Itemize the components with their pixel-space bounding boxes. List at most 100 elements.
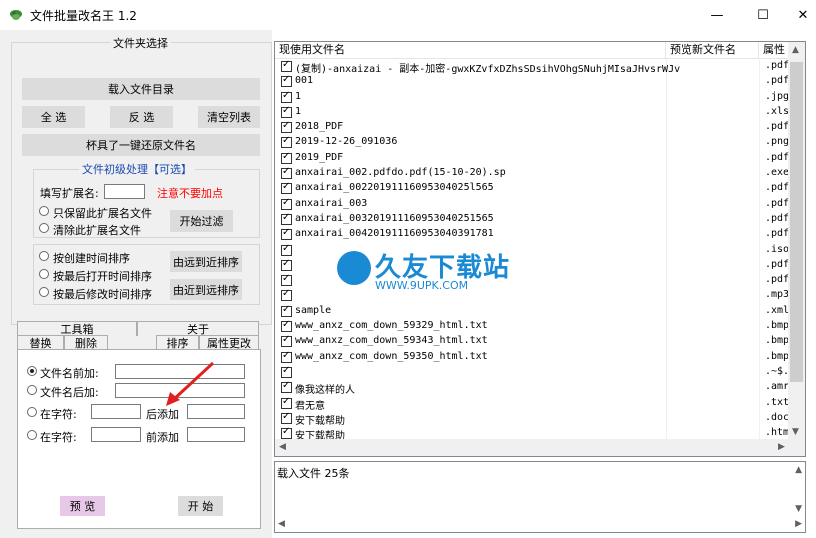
list-item[interactable]: 1 .jpg <box>275 90 805 105</box>
restore-button[interactable]: 杯具了一键还原文件名 <box>22 134 260 156</box>
near-to-far-button[interactable]: 由近到远排序 <box>170 279 242 300</box>
list-item[interactable]: 安下载帮助 .doc <box>275 411 805 427</box>
list-item[interactable]: .~$... <box>275 365 805 380</box>
status-scroll-left-icon[interactable]: ◀ <box>278 519 285 529</box>
clear-list-button[interactable]: 清空列表 <box>198 106 260 128</box>
prefix-radio[interactable] <box>27 366 37 376</box>
list-item[interactable]: sample .xml <box>275 304 805 319</box>
row-filename: 001 <box>295 75 314 87</box>
after-char-input[interactable] <box>91 404 141 419</box>
row-checkbox[interactable] <box>281 365 292 378</box>
far-to-near-button[interactable]: 由远到近排序 <box>170 251 242 272</box>
scroll-left-icon[interactable]: ◀ <box>279 442 286 452</box>
horizontal-scrollbar[interactable]: ◀ ▶ <box>275 439 805 456</box>
list-item[interactable]: www_anxz_com_down_59329_html.txt .bmp <box>275 319 805 334</box>
col-preview-name[interactable]: 预览新文件名 <box>666 42 759 59</box>
suffix-label: 文件名后加: <box>40 386 99 399</box>
tab-toolbox[interactable]: 工具箱 <box>17 321 137 336</box>
row-checkbox[interactable] <box>281 334 292 348</box>
keep-only-radio[interactable] <box>39 206 49 216</box>
minimize-button[interactable]: — <box>694 0 740 30</box>
row-checkbox[interactable] <box>281 273 292 287</box>
list-item[interactable]: anxairai_002.pdfdo.pdf(15-10-20).sp .exe <box>275 166 805 181</box>
load-dir-button[interactable]: 载入文件目录 <box>22 78 260 100</box>
start-button[interactable]: 开 始 <box>178 496 223 516</box>
select-all-button[interactable]: 全 选 <box>22 106 85 128</box>
row-extension: .pdf <box>765 151 790 163</box>
row-checkbox[interactable] <box>281 304 292 317</box>
scroll-down-icon[interactable]: ▼ <box>792 427 799 437</box>
list-item[interactable]: anxairai_003201911160953040251565 .pdf <box>275 212 805 227</box>
filter-button[interactable]: 开始过滤 <box>170 210 233 232</box>
row-filename: 1 <box>295 90 302 102</box>
row-checkbox[interactable] <box>281 135 292 149</box>
invert-select-button[interactable]: 反 选 <box>110 106 173 128</box>
sort-created-radio[interactable] <box>39 251 49 261</box>
row-checkbox[interactable] <box>281 227 292 241</box>
status-scroll-up-icon[interactable]: ▲ <box>795 465 802 475</box>
tab-delete[interactable]: 删除 <box>64 335 108 350</box>
ext-warning: 注意不要加点 <box>157 187 223 200</box>
left-panel: 文件夹选择 载入文件目录 全 选 反 选 清空列表 杯具了一键还原文件名 文件初… <box>0 30 272 538</box>
suffix-radio[interactable] <box>27 385 37 395</box>
row-checkbox[interactable] <box>281 243 292 256</box>
list-item[interactable]: (复制)-anxaizai - 副本-加密-gwxKZvfxDZhsSDsihV… <box>275 59 805 75</box>
row-checkbox[interactable] <box>281 380 292 394</box>
list-item[interactable]: www_anxz_com_down_59350_html.txt .bmp <box>275 350 805 365</box>
row-checkbox[interactable] <box>281 288 292 302</box>
row-checkbox[interactable] <box>281 59 292 72</box>
ext-input[interactable] <box>104 184 145 199</box>
list-item[interactable]: 像我这样的人 .amr <box>275 380 805 396</box>
remove-ext-radio[interactable] <box>39 223 49 233</box>
sort-opened-radio[interactable] <box>39 269 49 279</box>
row-extension: .bmp <box>765 335 790 347</box>
before-char-input[interactable] <box>91 427 141 442</box>
row-checkbox[interactable] <box>281 426 292 440</box>
before-char-radio[interactable] <box>27 430 37 440</box>
list-item[interactable]: 君无意 .txt <box>275 396 805 412</box>
list-item[interactable]: anxairai_003 .pdf <box>275 197 805 212</box>
row-checkbox[interactable] <box>281 74 292 88</box>
tab-attributes[interactable]: 属性更改 <box>199 335 259 350</box>
row-checkbox[interactable] <box>281 197 292 210</box>
status-scroll-down-icon[interactable]: ▼ <box>795 504 802 514</box>
list-item[interactable]: www_anxz_com_down_59343_html.txt .bmp <box>275 334 805 349</box>
row-checkbox[interactable] <box>281 411 292 424</box>
close-button[interactable]: ✕ <box>780 0 816 30</box>
list-item[interactable]: 2019-12-26_091036 .png <box>275 135 805 150</box>
file-list[interactable]: 现使用文件名 预览新文件名 属性 (复制)-anxaizai - 副本-加密-g… <box>274 41 806 457</box>
sort-modified-radio[interactable] <box>39 287 49 297</box>
before-add-input[interactable] <box>187 427 245 442</box>
row-checkbox[interactable] <box>281 212 292 225</box>
scroll-thumb[interactable] <box>790 62 803 382</box>
tab-sort[interactable]: 排序 <box>156 335 199 350</box>
row-checkbox[interactable] <box>281 105 292 118</box>
list-item[interactable]: 2018_PDF .pdf <box>275 120 805 135</box>
list-item[interactable]: anxairai_004201911160953040391781 .pdf <box>275 227 805 242</box>
row-checkbox[interactable] <box>281 258 292 271</box>
tab-about[interactable]: 关于 <box>137 321 259 336</box>
list-item[interactable]: 001 .pdf <box>275 74 805 89</box>
scroll-up-icon[interactable]: ▲ <box>792 45 799 55</box>
col-current-name[interactable]: 现使用文件名 <box>275 42 666 59</box>
row-checkbox[interactable] <box>281 151 292 164</box>
list-item[interactable]: 1.xlsm <box>275 105 805 120</box>
row-checkbox[interactable] <box>281 350 292 363</box>
after-char-radio[interactable] <box>27 407 37 417</box>
scroll-right-icon[interactable]: ▶ <box>778 442 785 452</box>
preview-button[interactable]: 预 览 <box>60 496 105 516</box>
status-scroll-right-icon[interactable]: ▶ <box>795 519 802 529</box>
list-item[interactable]: anxairai_00220191116095304025l565 .pdf <box>275 181 805 196</box>
row-extension: .bmp <box>765 350 790 362</box>
row-checkbox[interactable] <box>281 396 292 409</box>
row-checkbox[interactable] <box>281 166 292 180</box>
row-checkbox[interactable] <box>281 120 292 134</box>
window-title: 文件批量改名王 1.2 <box>30 9 137 23</box>
tab-replace[interactable]: 替换 <box>17 335 64 350</box>
row-checkbox[interactable] <box>281 181 292 195</box>
status-log[interactable]: 载入文件 25条 ▲ ▼ ◀ ▶ <box>274 461 806 533</box>
row-checkbox[interactable] <box>281 90 292 103</box>
vertical-scrollbar[interactable]: ▲ ▼ <box>788 42 805 440</box>
row-checkbox[interactable] <box>281 319 292 333</box>
list-item[interactable]: 2019_PDF .pdf <box>275 151 805 166</box>
